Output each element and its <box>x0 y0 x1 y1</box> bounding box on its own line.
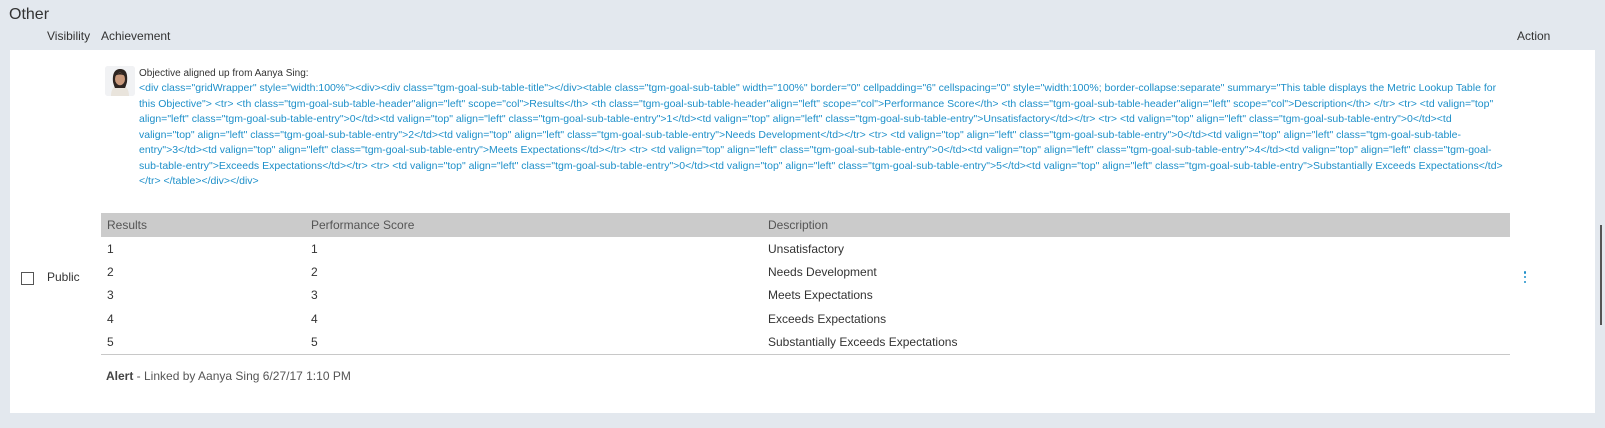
description-cell: Needs Development <box>768 265 877 280</box>
metric-lookup-table: Results Performance Score Description 1 … <box>101 213 1510 355</box>
description-cell: Substantially Exceeds Expectations <box>762 330 1510 355</box>
objective-html-text[interactable]: <div class="gridWrapper" style="width:10… <box>139 81 1509 190</box>
results-cell: 1 <box>107 241 114 256</box>
linked-text: - Linked by Aanya Sing 6/27/17 1:10 PM <box>133 369 351 383</box>
score-cell: 4 <box>311 311 318 326</box>
column-header-visibility: Visibility <box>47 29 91 43</box>
header-performance-score: Performance Score <box>305 213 762 237</box>
score-cell: 5 <box>305 330 762 355</box>
section-title: Other <box>9 6 50 23</box>
more-vertical-icon[interactable] <box>1522 271 1528 287</box>
score-cell: 1 <box>311 241 318 256</box>
description-cell: Exceeds Expectations <box>768 311 887 326</box>
avatar <box>105 66 135 96</box>
visibility-value: Public <box>47 270 80 284</box>
results-cell: 5 <box>101 330 305 355</box>
scrollbar[interactable] <box>1600 225 1602 325</box>
column-header-action: Action <box>1517 29 1551 43</box>
table-row: 2 2 Needs Development <box>101 260 1510 283</box>
achievement-row: Public Objective aligned up from Aanya S… <box>10 50 1595 413</box>
table-row: 4 4 Exceeds Expectations <box>101 307 1510 330</box>
description-cell: Unsatisfactory <box>768 241 845 256</box>
column-header-achievement: Achievement <box>101 29 171 43</box>
table-row: 1 1 Unsatisfactory <box>101 237 1510 260</box>
results-cell: 4 <box>107 311 114 326</box>
row-select-checkbox[interactable] <box>21 272 34 285</box>
aligned-objective-label: Objective aligned up from Aanya Sing: <box>139 68 309 79</box>
table-row: 5 5 Substantially Exceeds Expectations <box>101 330 1510 355</box>
score-cell: 2 <box>311 265 318 280</box>
header-description: Description <box>762 213 1510 237</box>
results-cell: 2 <box>107 265 114 280</box>
linked-info: Alert - Linked by Aanya Sing 6/27/17 1:1… <box>106 369 351 383</box>
linked-type: Alert <box>106 369 134 383</box>
results-cell: 3 <box>107 288 114 303</box>
description-cell: Meets Expectations <box>768 288 873 303</box>
header-results: Results <box>101 213 305 237</box>
score-cell: 3 <box>311 288 318 303</box>
table-row: 3 3 Meets Expectations <box>101 284 1510 307</box>
